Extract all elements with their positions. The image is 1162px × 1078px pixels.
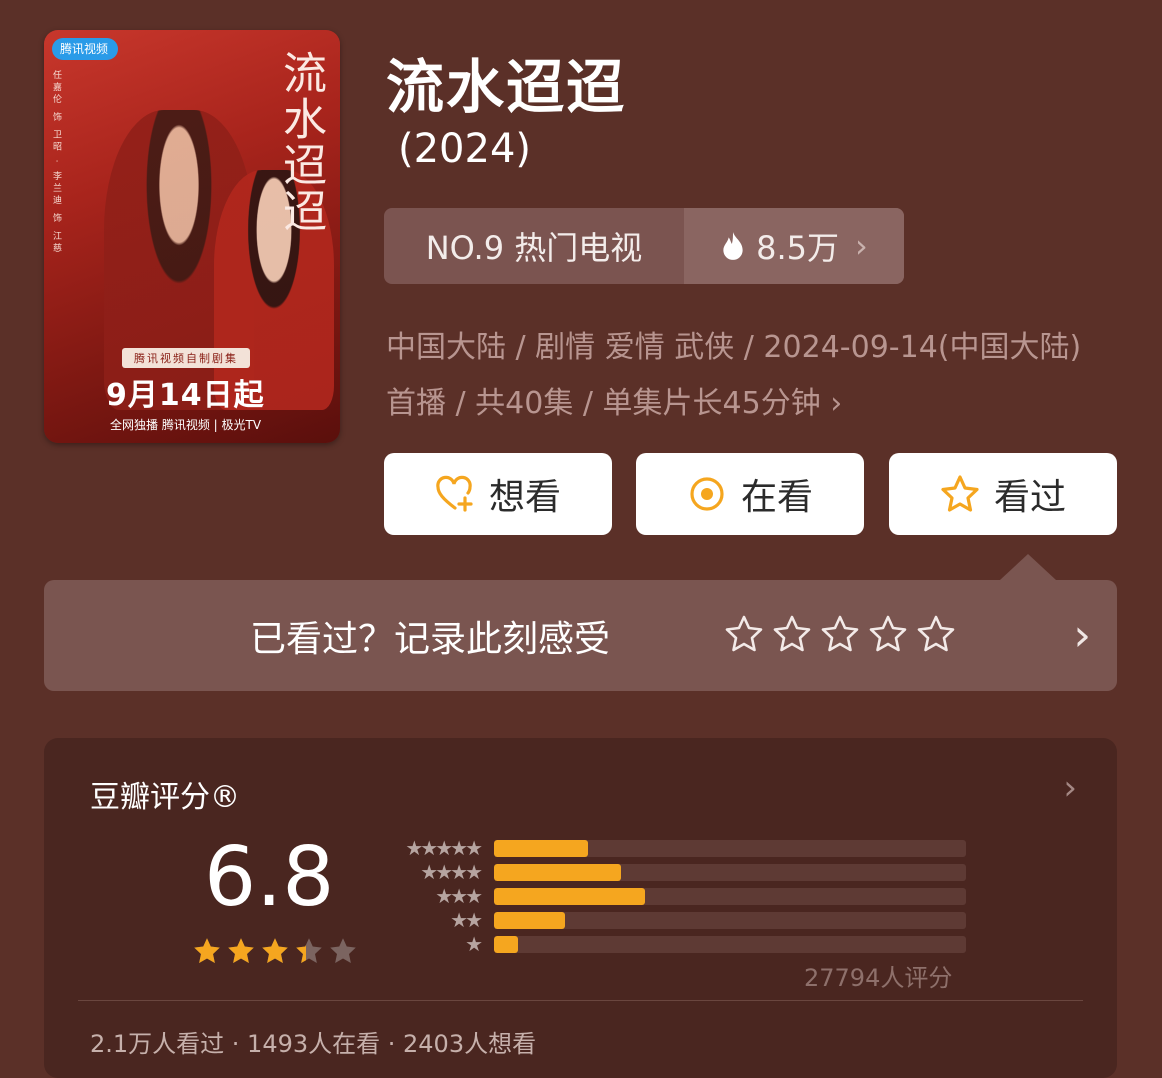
chevron-right-icon: › bbox=[830, 386, 843, 421]
release-year: (2024) bbox=[398, 126, 532, 172]
empty-star-icon[interactable] bbox=[820, 614, 860, 654]
empty-star-icon[interactable] bbox=[724, 614, 764, 654]
rating-distribution: ★★★★★ ★★★★ ★★★ ★★ ★ bbox=[376, 836, 966, 956]
dist-track bbox=[494, 887, 966, 905]
chevron-right-icon[interactable]: › bbox=[1063, 768, 1077, 808]
record-feeling-bar[interactable]: 已看过？记录此刻感受 › bbox=[44, 554, 1117, 691]
poster-date: 9月14日起 bbox=[106, 378, 265, 413]
flame-icon bbox=[723, 232, 743, 260]
heat-value: 8.5万 bbox=[756, 229, 840, 267]
rating-star-icon bbox=[194, 938, 220, 963]
heart-plus-icon bbox=[436, 475, 473, 512]
want-to-watch-button[interactable]: 想看 bbox=[384, 453, 612, 535]
dist-row-3: ★★★ bbox=[376, 884, 966, 908]
dist-bar-2 bbox=[494, 911, 565, 929]
dist-row-4: ★★★★ bbox=[376, 860, 966, 884]
rating-star-icon bbox=[296, 938, 322, 963]
rating-stars-input[interactable] bbox=[724, 614, 956, 654]
star-icon bbox=[941, 475, 979, 512]
dist-track bbox=[494, 935, 966, 953]
heat-indicator[interactable]: 8.5万 › bbox=[684, 208, 904, 284]
rating-score: 6.8 bbox=[204, 830, 335, 925]
rank-label: NO.9 热门电视 bbox=[425, 229, 643, 267]
rating-count: 27794人评分 bbox=[804, 964, 953, 992]
dist-row-5: ★★★★★ bbox=[376, 836, 966, 860]
record-prompt: 已看过？记录此刻感受 bbox=[250, 619, 611, 660]
poster-cast: 任嘉伦 饰 卫昭 · 李兰迪 饰 江慈 bbox=[51, 70, 61, 256]
dist-bar-5 bbox=[494, 839, 589, 857]
rating-label: 豆瓣评分® bbox=[90, 780, 240, 815]
chevron-right-icon: › bbox=[855, 227, 868, 265]
watch-summary: 2.1万人看过 · 1493人在看 · 2403人想看 bbox=[90, 1030, 537, 1058]
poster-tagline: 腾讯视频自制剧集 bbox=[122, 348, 250, 368]
empty-star-icon[interactable] bbox=[916, 614, 956, 654]
dist-row-stars: ★ bbox=[465, 932, 483, 956]
chevron-right-icon[interactable]: › bbox=[1073, 610, 1091, 661]
rating-stars-display bbox=[192, 936, 358, 966]
dist-bar-4 bbox=[494, 863, 622, 881]
rank-badge[interactable]: NO.9 热门电视 8.5万 › bbox=[384, 208, 904, 284]
poster-image[interactable]: 腾讯视频 流水迢迢 任嘉伦 饰 卫昭 · 李兰迪 饰 江慈 腾讯视频自制剧集 9… bbox=[44, 30, 340, 443]
dist-bar-1 bbox=[494, 935, 518, 953]
poster-footer: 全网独播 腾讯视频 | 极光TV bbox=[110, 418, 262, 432]
dist-bar-3 bbox=[494, 887, 646, 905]
douban-rating-card[interactable]: 豆瓣评分® › 6.8 ★★★★★ ★★★★ ★★★ ★★ ★ 27794人评分… bbox=[44, 738, 1117, 1078]
dist-row-stars: ★★★ bbox=[435, 884, 483, 908]
target-icon bbox=[690, 477, 724, 511]
rating-star-icon bbox=[262, 938, 288, 963]
empty-star-icon[interactable] bbox=[772, 614, 812, 654]
dist-row-stars: ★★★★ bbox=[420, 860, 483, 884]
watched-button[interactable]: 看过 bbox=[889, 453, 1117, 535]
dist-row-1: ★ bbox=[376, 932, 966, 956]
dist-row-stars: ★★ bbox=[450, 908, 483, 932]
page-title: 流水迢迢 bbox=[386, 53, 627, 121]
poster-platform-badge: 腾讯视频 bbox=[52, 38, 119, 60]
dist-track bbox=[494, 911, 966, 929]
watching-button[interactable]: 在看 bbox=[636, 453, 864, 535]
show-meta[interactable]: 中国大陆 / 剧情 爱情 武侠 / 2024-09-14(中国大陆) 首播 / … bbox=[386, 320, 1106, 432]
dist-row-stars: ★★★★★ bbox=[405, 836, 483, 860]
rating-star-icon bbox=[228, 938, 254, 963]
dist-track bbox=[494, 863, 966, 881]
empty-star-icon[interactable] bbox=[868, 614, 908, 654]
want-label: 想看 bbox=[488, 477, 561, 518]
dist-row-2: ★★ bbox=[376, 908, 966, 932]
rating-star-icon bbox=[330, 938, 356, 963]
dist-track bbox=[494, 839, 966, 857]
divider bbox=[78, 1000, 1083, 1001]
watching-label: 在看 bbox=[740, 477, 813, 518]
meta-text: 中国大陆 / 剧情 爱情 武侠 / 2024-09-14(中国大陆) 首播 / … bbox=[386, 330, 1082, 421]
watched-label: 看过 bbox=[993, 477, 1066, 518]
poster-title-calligraphy: 流水迢迢 bbox=[275, 50, 326, 234]
